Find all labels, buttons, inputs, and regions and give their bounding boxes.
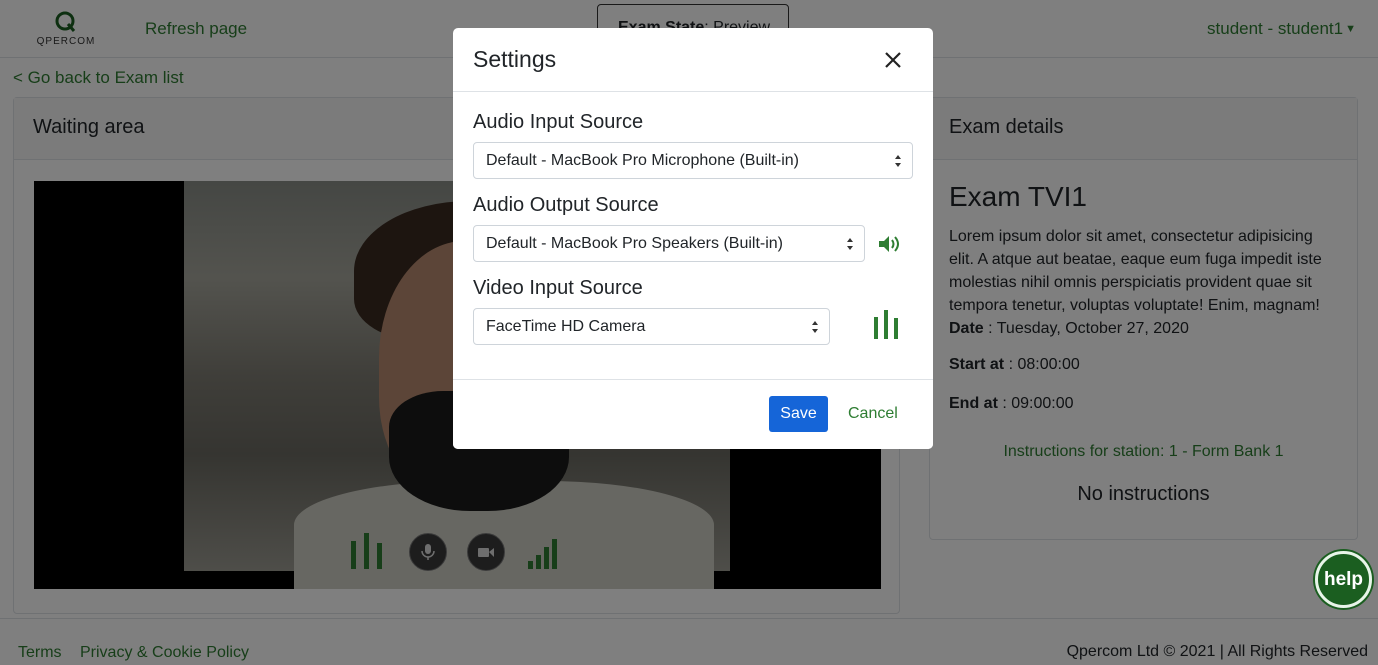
audio-output-value: Default - MacBook Pro Speakers (Built-in…	[486, 235, 783, 252]
modal-footer: Save Cancel	[453, 379, 933, 449]
close-modal-button[interactable]	[883, 50, 903, 70]
audio-level-meter-icon	[874, 310, 898, 339]
help-button[interactable]: help	[1315, 551, 1372, 608]
audio-input-select[interactable]: Default - MacBook Pro Microphone (Built-…	[473, 142, 913, 179]
cancel-button[interactable]: Cancel	[848, 405, 898, 423]
close-icon	[885, 52, 901, 68]
modal-body: Audio Input Source Default - MacBook Pro…	[453, 92, 933, 379]
select-arrows-icon	[812, 321, 818, 333]
video-input-value: FaceTime HD Camera	[486, 318, 646, 335]
select-arrows-icon	[847, 238, 853, 250]
audio-input-label: Audio Input Source	[473, 111, 644, 133]
video-input-label: Video Input Source	[473, 277, 643, 299]
audio-output-select[interactable]: Default - MacBook Pro Speakers (Built-in…	[473, 225, 865, 262]
save-button[interactable]: Save	[769, 396, 828, 432]
select-arrows-icon	[895, 155, 901, 167]
audio-input-value: Default - MacBook Pro Microphone (Built-…	[486, 152, 800, 169]
modal-title: Settings	[473, 46, 557, 72]
speaker-test-icon[interactable]	[878, 234, 900, 254]
audio-output-label: Audio Output Source	[473, 194, 659, 216]
video-input-select[interactable]: FaceTime HD Camera	[473, 308, 830, 345]
modal-header: Settings	[453, 28, 933, 92]
settings-modal: Settings Audio Input Source Default - Ma…	[453, 28, 933, 449]
